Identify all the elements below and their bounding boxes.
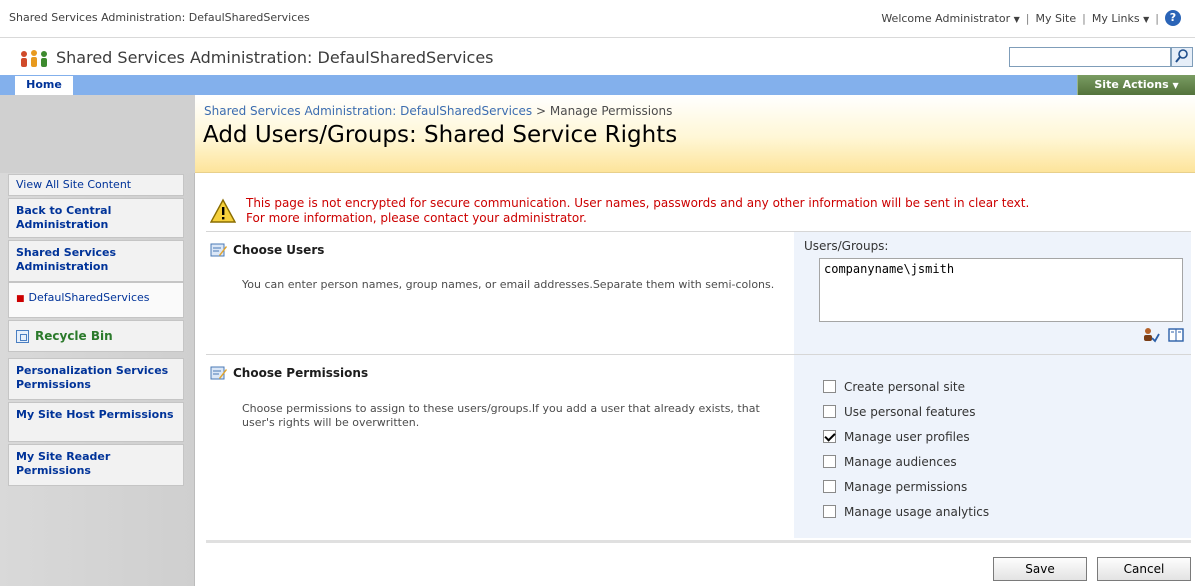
choose-permissions-description: Choose permissions to assign to these us… xyxy=(242,402,760,429)
people-logo-icon xyxy=(21,50,47,67)
my-links-label: My Links xyxy=(1091,11,1140,25)
choose-users-section: Choose Users You can enter person names,… xyxy=(206,231,1191,354)
permission-manage-usage-analytics[interactable]: Manage usage analytics xyxy=(823,499,989,524)
choose-permissions-title: Choose Permissions xyxy=(233,366,369,380)
my-site-link[interactable]: My Site xyxy=(1036,12,1077,25)
warning-icon xyxy=(210,198,236,223)
edit-form-icon xyxy=(210,366,227,380)
page-title: Add Users/Groups: Shared Service Rights xyxy=(203,122,678,148)
choose-users-description: You can enter person names, group names,… xyxy=(242,278,775,291)
welcome-label: Welcome Administrator xyxy=(881,11,1011,25)
global-links: Welcome Administrator ▼ | My Site | My L… xyxy=(881,10,1181,26)
checkbox[interactable] xyxy=(823,455,836,468)
sidebar-item-label: DefaulSharedServices xyxy=(28,291,150,304)
choose-users-title: Choose Users xyxy=(233,243,325,257)
warning-line-1: This page is not encrypted for secure co… xyxy=(246,196,1030,210)
form-divider xyxy=(206,540,1191,543)
choose-users-description-area: Choose Users You can enter person names,… xyxy=(206,232,794,354)
mysite-host-permissions-link[interactable]: My Site Host Permissions xyxy=(8,402,184,442)
chevron-down-icon: ▼ xyxy=(1172,81,1179,90)
checkbox[interactable] xyxy=(823,405,836,418)
divider: | xyxy=(1082,11,1086,25)
permission-create-personal-site[interactable]: Create personal site xyxy=(823,374,989,399)
site-actions-menu[interactable]: Site Actions ▼ xyxy=(1077,75,1195,95)
cancel-button[interactable]: Cancel xyxy=(1097,557,1191,581)
permission-manage-permissions[interactable]: Manage permissions xyxy=(823,474,989,499)
page-header: Shared Services Administration: DefaulSh… xyxy=(195,95,1195,173)
site-actions-label: Site Actions xyxy=(1094,78,1169,91)
choose-permissions-description-area: Choose Permissions Choose permissions to… xyxy=(206,355,794,538)
global-site-name[interactable]: Shared Services Administration: DefaulSh… xyxy=(9,11,310,24)
permission-label: Create personal site xyxy=(844,379,965,394)
breadcrumb: Shared Services Administration: DefaulSh… xyxy=(204,104,672,118)
recycle-bin-icon xyxy=(16,329,29,343)
site-title-bar: Shared Services Administration: DefaulSh… xyxy=(0,39,1195,75)
checkbox-checked[interactable] xyxy=(823,430,836,443)
address-book-icon[interactable] xyxy=(1168,328,1184,342)
security-warning: This page is not encrypted for secure co… xyxy=(210,196,1190,230)
tab-home[interactable]: Home xyxy=(14,75,74,95)
section-title: Choose Permissions xyxy=(210,366,368,380)
breadcrumb-current: Manage Permissions xyxy=(549,104,673,118)
permission-label: Use personal features xyxy=(844,404,976,419)
permission-label: Manage usage analytics xyxy=(844,504,990,519)
search-button[interactable] xyxy=(1171,47,1193,67)
search-icon xyxy=(1175,49,1188,63)
permission-manage-user-profiles[interactable]: Manage user profiles xyxy=(823,424,989,449)
people-picker-buttons xyxy=(1142,327,1184,343)
warning-text: This page is not encrypted for secure co… xyxy=(246,196,1195,226)
back-to-central-admin-link[interactable]: Back to Central Administration xyxy=(8,198,184,238)
quick-launch-spacer xyxy=(0,95,195,173)
ssa-heading-link[interactable]: Shared Services Administration xyxy=(8,240,184,282)
breadcrumb-link[interactable]: Shared Services Administration: DefaulSh… xyxy=(204,104,532,118)
my-links-menu[interactable]: My Links ▼ xyxy=(1092,12,1149,25)
users-groups-label: Users/Groups: xyxy=(804,239,889,253)
section-title: Choose Users xyxy=(210,243,324,257)
permission-label: Manage user profiles xyxy=(844,429,970,444)
checkbox[interactable] xyxy=(823,505,836,518)
sidebar-item-defaulsharedservices[interactable]: ■ DefaulSharedServices xyxy=(8,282,184,318)
chevron-down-icon: ▼ xyxy=(1143,14,1150,24)
chevron-down-icon: ▼ xyxy=(1013,14,1020,24)
choose-users-field-area: Users/Groups: companyname\jsmith xyxy=(794,232,1191,354)
permission-label: Manage permissions xyxy=(844,479,968,494)
welcome-menu[interactable]: Welcome Administrator ▼ xyxy=(881,12,1019,25)
users-groups-input[interactable]: companyname\jsmith xyxy=(819,258,1183,322)
recycle-bin-link[interactable]: Recycle Bin xyxy=(8,320,184,352)
permission-label: Manage audiences xyxy=(844,454,957,469)
view-all-site-content-link[interactable]: View All Site Content xyxy=(8,174,184,196)
bullet-icon: ■ xyxy=(16,294,25,304)
save-button[interactable]: Save xyxy=(993,557,1087,581)
checkbox[interactable] xyxy=(823,380,836,393)
top-nav-bar: Home Site Actions ▼ xyxy=(0,75,1195,95)
mysite-reader-permissions-link[interactable]: My Site Reader Permissions xyxy=(8,444,184,486)
site-title[interactable]: Shared Services Administration: DefaulSh… xyxy=(56,48,494,67)
choose-permissions-section: Choose Permissions Choose permissions to… xyxy=(206,354,1191,538)
divider: | xyxy=(1025,11,1030,25)
breadcrumb-separator: > xyxy=(535,104,547,118)
edit-form-icon xyxy=(210,243,227,257)
global-top-bar: Shared Services Administration: DefaulSh… xyxy=(0,0,1195,38)
search-input[interactable] xyxy=(1009,47,1171,67)
personalization-permissions-link[interactable]: Personalization Services Permissions xyxy=(8,358,184,400)
permission-manage-audiences[interactable]: Manage audiences xyxy=(823,449,989,474)
permissions-checkbox-list: Create personal site Use personal featur… xyxy=(823,374,989,524)
divider: | xyxy=(1155,11,1159,25)
checkbox[interactable] xyxy=(823,480,836,493)
help-icon[interactable]: ? xyxy=(1165,10,1181,26)
choose-permissions-field-area: Create personal site Use personal featur… xyxy=(794,355,1191,538)
warning-line-2: For more information, please contact you… xyxy=(246,211,587,225)
recycle-bin-label: Recycle Bin xyxy=(35,329,113,343)
check-names-icon[interactable] xyxy=(1142,327,1160,343)
permission-use-personal-features[interactable]: Use personal features xyxy=(823,399,989,424)
